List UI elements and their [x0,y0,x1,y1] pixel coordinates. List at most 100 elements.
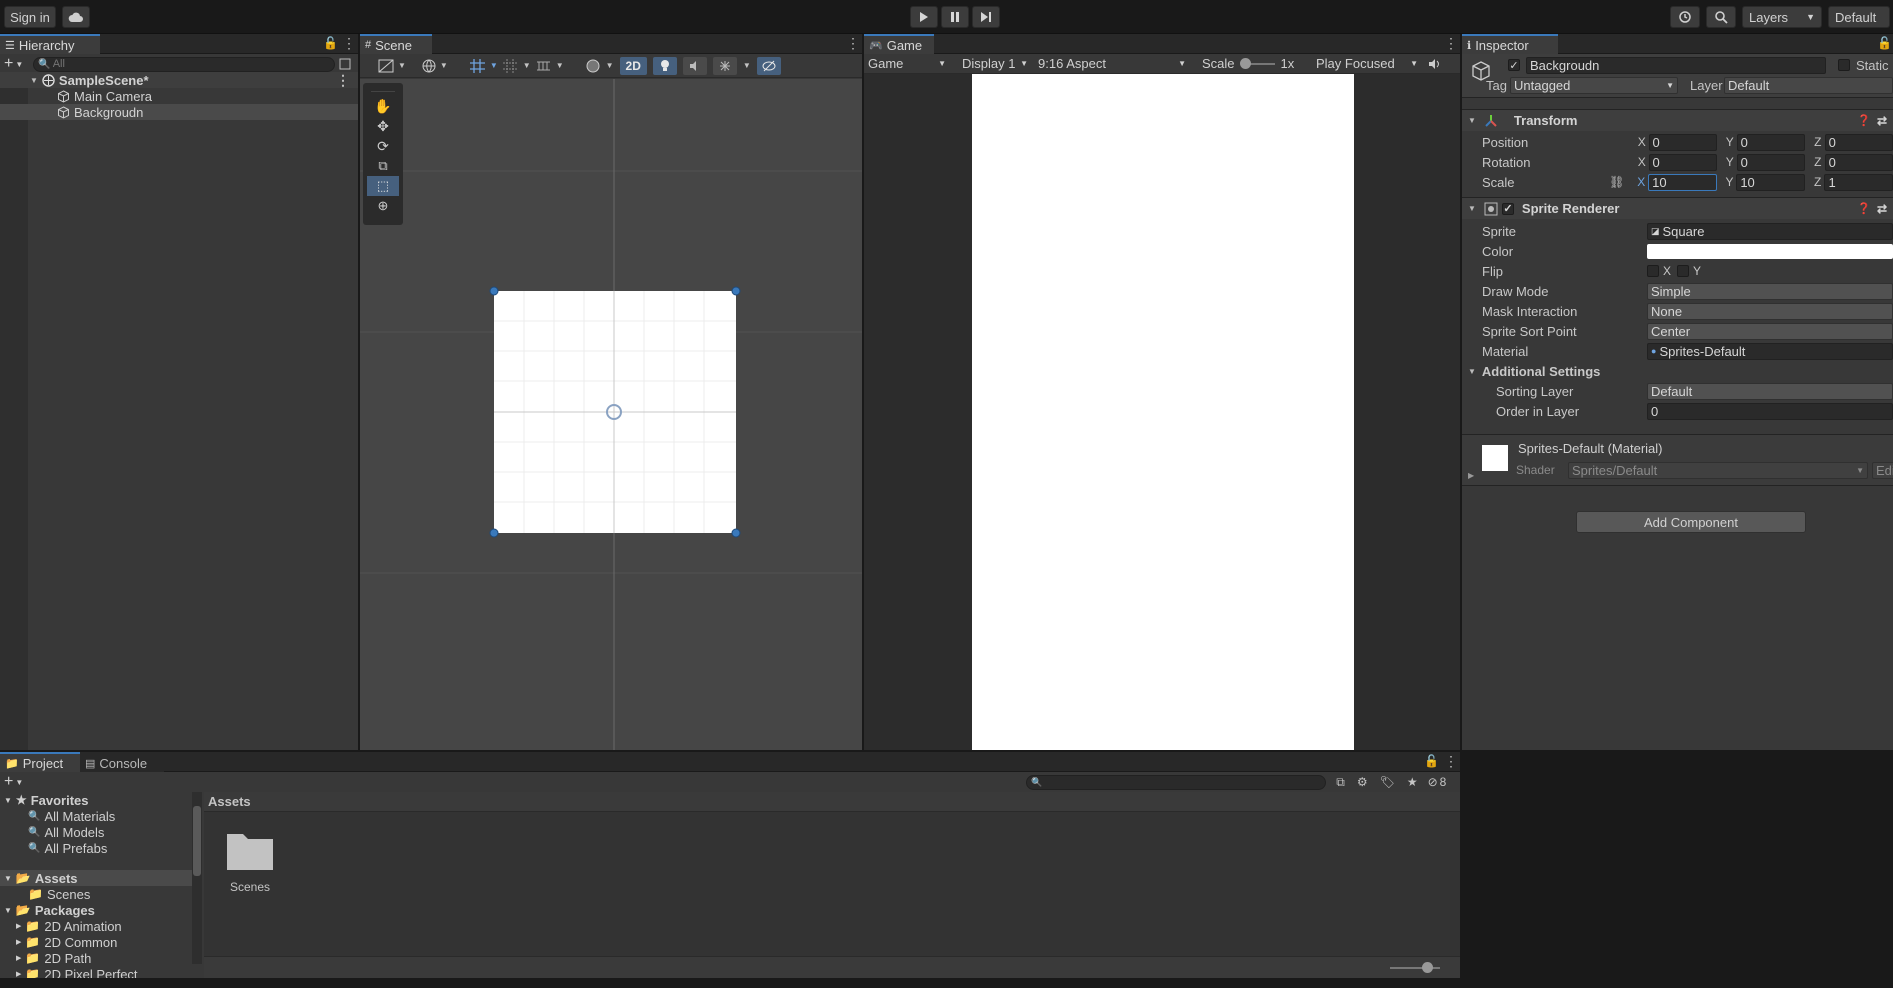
more-options-icon[interactable]: ⋮ [1444,753,1458,770]
scale-slider-thumb[interactable] [1239,57,1251,69]
visibility-toggle[interactable] [756,56,781,75]
palette-handle[interactable] [371,83,395,92]
toggle-2d-button[interactable]: 2D [619,56,647,75]
scene-row[interactable]: ▼ SampleScene* ⋮ [0,72,358,88]
active-checkbox[interactable]: ✓ [1508,59,1520,72]
icon-size-slider-thumb[interactable] [1422,962,1433,973]
tab-scene[interactable]: # Scene [360,34,432,54]
snap-icon[interactable] [502,58,518,73]
shader-edit-button[interactable]: Edi [1872,462,1893,479]
search-by-type-icon[interactable]: ⧉ [1336,775,1345,790]
pause-button[interactable] [941,6,969,28]
hierarchy-item-main-camera[interactable]: Main Camera [0,88,358,104]
chevron-down-icon[interactable]: ▼ [523,61,531,70]
lock-icon[interactable]: 🔓 [323,36,338,50]
tag-icon[interactable]: 🏷 [1380,775,1395,789]
package-item[interactable]: ▶ 📁 2D Common [0,934,192,950]
chevron-down-icon[interactable]: ▼ [15,778,23,787]
lock-icon[interactable]: 🔓 [1424,754,1439,768]
help-icon[interactable]: ❓ [1857,202,1871,215]
more-options-icon[interactable]: ⋮ [1444,35,1458,52]
favorites-row[interactable]: ▼ ★ Favorites [0,792,192,808]
sprite-field[interactable]: ◪ Square [1647,222,1893,240]
favorite-item[interactable]: 🔍 All Materials [0,808,192,824]
preset-icon[interactable]: ⇄ [1877,202,1887,216]
expand-arrow-icon[interactable]: ▶ [16,954,21,962]
expand-arrow-icon[interactable]: ▶ [16,970,21,978]
effects-toggle[interactable] [712,56,737,75]
filter-by-label-icon[interactable]: ⚙ [1357,775,1368,789]
rect-tool[interactable]: ⬚ [367,176,399,196]
chevron-down-icon[interactable]: ▼ [606,61,614,70]
tag-dropdown[interactable]: Untagged ▼ [1510,77,1678,94]
breadcrumb-assets[interactable]: Assets [208,794,251,809]
static-checkbox[interactable] [1838,59,1850,71]
link-icon[interactable]: ⛓ [1609,175,1634,189]
increment-snap-icon[interactable] [536,59,551,73]
position-x-field[interactable]: 0 [1648,133,1717,151]
color-swatch[interactable] [1647,243,1893,259]
project-search[interactable]: 🔍 [1026,774,1327,790]
layer-dropdown[interactable]: Default [1724,77,1893,94]
package-item[interactable]: ▶ 📁 2D Path [0,950,192,966]
display-dropdown[interactable]: Display 1 ▼ [952,56,1034,71]
layers-dropdown[interactable]: Layers ▼ [1742,6,1822,28]
hand-tool[interactable]: ✋ [363,96,403,116]
scale-z-field[interactable]: 1 [1824,173,1893,191]
cloud-button[interactable] [62,6,90,28]
sort-point-dropdown[interactable]: Center [1647,322,1893,340]
hierarchy-search-input[interactable] [50,57,305,71]
history-button[interactable] [1670,6,1700,28]
chevron-down-icon[interactable]: ▼ [15,60,23,69]
collapse-arrow-icon[interactable]: ▼ [1468,116,1476,125]
project-tree-scrollbar[interactable] [192,792,202,964]
chevron-down-icon[interactable]: ▼ [556,61,564,70]
help-icon[interactable]: ❓ [1857,114,1871,127]
icon-size-slider[interactable] [1390,962,1440,973]
play-mode-dropdown[interactable]: Play Focused ▼ [1312,56,1424,71]
order-in-layer-field[interactable]: 0 [1647,402,1893,420]
chevron-down-icon[interactable]: ▼ [440,61,448,70]
scale-slider[interactable] [1239,57,1275,69]
mask-interaction-dropdown[interactable]: None [1647,302,1893,320]
add-icon[interactable]: + [4,55,13,73]
collapse-arrow-icon[interactable]: ▼ [4,796,12,805]
audio-toggle[interactable] [682,56,707,75]
tab-game[interactable]: 🎮 Game [864,34,934,54]
package-item[interactable]: ▶ 📁 2D Pixel Perfect [0,966,192,979]
more-options-icon[interactable]: ⋮ [846,35,860,52]
add-component-button[interactable]: Add Component [1576,511,1806,533]
draw-mode-dropdown[interactable]: Simple [1647,282,1893,300]
layout-dropdown[interactable]: Default [1828,6,1890,28]
tab-inspector[interactable]: ℹ Inspector [1462,34,1558,54]
tab-console[interactable]: ▤ Console [80,752,164,772]
flip-x-checkbox[interactable] [1647,265,1659,277]
collapse-arrow-icon[interactable]: ▼ [4,874,12,883]
rotation-x-field[interactable]: 0 [1648,153,1717,171]
expand-arrow-icon[interactable]: ▶ [16,938,21,946]
globe-icon[interactable] [422,59,436,73]
hierarchy-item-backgroudn[interactable]: Backgroudn [0,104,358,120]
play-button[interactable] [910,6,938,28]
lock-icon[interactable]: 🔓 [1877,36,1892,50]
chevron-down-icon[interactable]: ▼ [743,61,751,70]
scene-canvas[interactable]: ✋ ✥ ⟳ ⧉ ⬚ ⊕ [360,79,862,750]
search-button[interactable] [1706,6,1736,28]
chevron-down-icon[interactable]: ▼ [490,61,498,70]
game-view-dropdown[interactable]: Game ▼ [864,56,952,71]
shading-sphere-icon[interactable] [586,59,600,73]
tab-hierarchy[interactable]: ☰ Hierarchy [0,34,100,54]
scrollbar-thumb[interactable] [193,806,201,876]
audio-icon[interactable] [1428,58,1442,70]
collapse-arrow-icon[interactable]: ▼ [1468,204,1476,213]
package-item[interactable]: ▶ 📁 2D Animation [0,918,192,934]
sign-in-button[interactable]: Sign in [4,6,56,28]
scale-y-field[interactable]: 10 [1736,173,1805,191]
transform-tool[interactable]: ⊕ [363,196,403,216]
asset-folder-scenes[interactable]: Scenes [220,828,280,894]
shader-dropdown[interactable]: Sprites/Default ▼ [1568,462,1868,479]
aspect-dropdown[interactable]: 9:16 Aspect ▼ [1034,56,1194,71]
expand-arrow-icon[interactable]: ▶ [16,922,21,930]
collapse-arrow-icon[interactable]: ▼ [1468,367,1476,376]
material-field[interactable]: ● Sprites-Default [1647,342,1893,360]
